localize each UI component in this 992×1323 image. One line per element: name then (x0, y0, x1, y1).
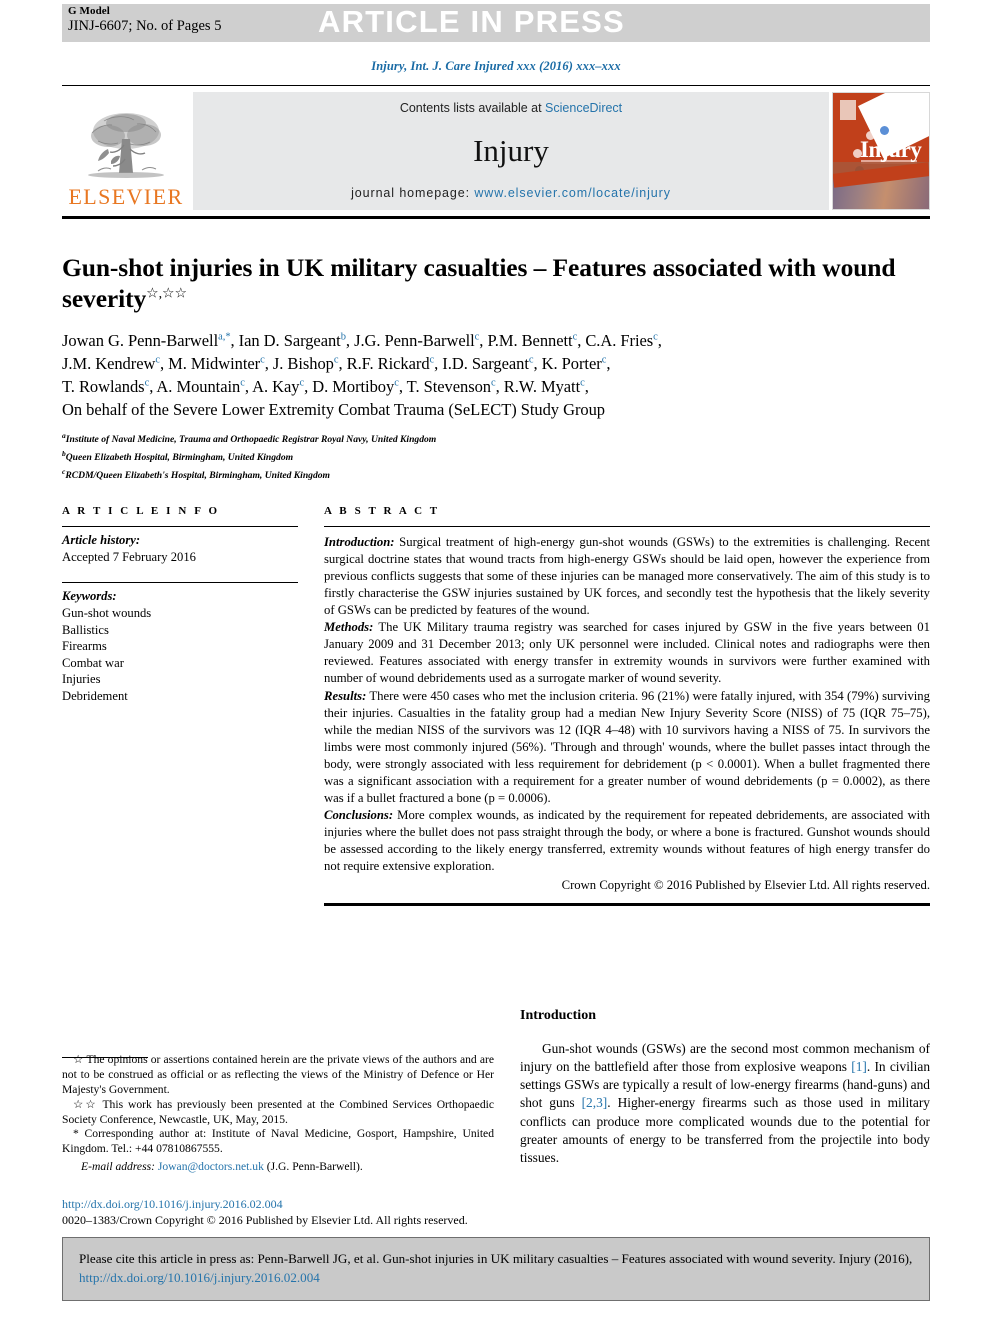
info-abstract-region: A R T I C L E I N F O Article history: A… (62, 505, 930, 907)
abstract-section-label: Introduction: (324, 534, 395, 549)
abstract-section-label: Results: (324, 688, 367, 703)
cite-doi-link[interactable]: http://dx.doi.org/10.1016/j.injury.2016.… (79, 1270, 320, 1285)
keyword-item: Gun-shot wounds (62, 606, 152, 621)
abstract-section: Methods: The UK Military trauma registry… (324, 619, 930, 687)
doi-issn-block: http://dx.doi.org/10.1016/j.injury.2016.… (62, 1197, 494, 1228)
author-line: J.M. Kendrewc, M. Midwinterc, J. Bishopc… (62, 353, 611, 373)
author-list: Jowan G. Penn-Barwella,*, Ian D. Sargean… (62, 329, 930, 422)
journal-masthead: ELSEVIER Contents lists available at Sci… (62, 85, 930, 210)
abstract-copyright: Crown Copyright © 2016 Published by Else… (561, 878, 930, 893)
cite-instruction-text: Please cite this article in press as: Pe… (79, 1251, 913, 1267)
abstract-section: Conclusions: More complex wounds, as ind… (324, 807, 930, 875)
article-history-value: Accepted 7 February 2016 (62, 549, 196, 564)
article-history-label: Article history: (62, 532, 141, 547)
keyword-item: Combat war (62, 655, 124, 670)
abstract-heading: A B S T R A C T (324, 504, 440, 517)
homepage-prefix-text: journal homepage: (351, 186, 475, 200)
footnote-item: ☆☆ This work has previously been present… (62, 1097, 494, 1126)
elsevier-wordmark: ELSEVIER (68, 184, 184, 209)
manuscript-id-block: G Model JINJ-6607; No. of Pages 5 (68, 5, 221, 35)
affiliation-item: cRCDM/Queen Elizabeth's Hospital, Birmin… (62, 466, 930, 484)
corresponding-email-line: E-mail address: Jowan@doctors.net.uk (J.… (62, 1159, 494, 1174)
introduction-paragraph: Gun-shot wounds (GSWs) are the second mo… (520, 1040, 930, 1167)
elsevier-tree-icon (88, 113, 164, 178)
masthead-center-panel: Contents lists available at ScienceDirec… (193, 92, 829, 210)
cover-background: Injury (833, 93, 929, 209)
introduction-heading: Introduction (520, 1008, 596, 1023)
keywords-block: Keywords: Gun-shot wounds Ballistics Fir… (62, 582, 298, 704)
journal-reference-line: Injury, Int. J. Care Injured xxx (2016) … (371, 59, 621, 73)
keywords-label: Keywords: (62, 589, 117, 604)
abstract-section-label: Methods: (324, 620, 374, 635)
affiliation-item: bQueen Elizabeth Hospital, Birmingham, U… (62, 448, 930, 466)
keyword-item: Injuries (62, 672, 101, 687)
g-model-label: G Model (68, 5, 110, 17)
cover-dot-icon (880, 126, 889, 135)
author-group-line: On behalf of the Severe Lower Extremity … (62, 400, 605, 420)
issn-copyright-line: 0020–1383/Crown Copyright © 2016 Publish… (62, 1212, 468, 1227)
abstract-section: Results: There were 450 cases who met th… (324, 688, 930, 808)
keyword-item: Ballistics (62, 622, 109, 637)
email-link[interactable]: Jowan@doctors.net.uk (158, 1160, 264, 1173)
affiliation-text: RCDM/Queen Elizabeth's Hospital, Birming… (65, 469, 331, 481)
manuscript-id: JINJ-6607; No. of Pages 5 (68, 17, 222, 34)
article-in-press-banner: G Model JINJ-6607; No. of Pages 5 ARTICL… (0, 0, 992, 44)
article-info-heading: A R T I C L E I N F O (62, 504, 220, 517)
masthead-bottom-rule (62, 216, 930, 219)
article-page: G Model JINJ-6607; No. of Pages 5 ARTICL… (0, 0, 992, 1323)
abstract-section: Introduction: Surgical treatment of high… (324, 534, 930, 619)
introduction-column: Introduction Gun-shot wounds (GSWs) are … (520, 1005, 930, 1228)
abstract-column: A B S T R A C T Introduction: Surgical t… (324, 505, 930, 907)
journal-title: Injury (473, 133, 549, 168)
contents-prefix-text: Contents lists available at (399, 101, 546, 115)
abstract-body: Introduction: Surgical treatment of high… (324, 527, 930, 895)
cite-this-article-box: Please cite this article in press as: Pe… (62, 1237, 930, 1301)
abstract-section-text: More complex wounds, as indicated by the… (324, 808, 930, 874)
cover-photo-strip (833, 175, 929, 209)
email-attribution: (J.G. Penn-Barwell). (266, 1160, 363, 1174)
affiliation-item: aInstitute of Naval Medicine, Trauma and… (62, 430, 930, 448)
abstract-section-label: Conclusions: (324, 808, 394, 823)
contents-available-line: Contents lists available at ScienceDirec… (400, 101, 622, 115)
email-label: E-mail address: (81, 1160, 155, 1174)
affiliation-text: Queen Elizabeth Hospital, Birmingham, Un… (65, 451, 294, 463)
doi-link[interactable]: http://dx.doi.org/10.1016/j.injury.2016.… (62, 1197, 494, 1213)
journal-homepage-link[interactable]: www.elsevier.com/locate/injury (474, 186, 671, 200)
abstract-section-text: The UK Military trauma registry was sear… (324, 620, 930, 686)
affiliation-text: Institute of Naval Medicine, Trauma and … (65, 433, 437, 445)
author-line: T. Rowlandsc, A. Mountainc, A. Kayc, D. … (62, 377, 589, 397)
keyword-item: Firearms (62, 639, 107, 654)
sciencedirect-link[interactable]: ScienceDirect (545, 101, 622, 115)
abstract-bottom-rule (324, 903, 930, 907)
elsevier-logo: ELSEVIER (62, 92, 190, 210)
affiliation-list: aInstitute of Naval Medicine, Trauma and… (62, 430, 930, 484)
abstract-section-text: Surgical treatment of high-energy gun-sh… (324, 534, 930, 618)
article-title: Gun-shot injuries in UK military casualt… (62, 253, 930, 315)
journal-cover-thumbnail: Injury (832, 92, 930, 210)
footnote-item: ☆ The opinions or assertions contained h… (62, 1053, 494, 1096)
footnote-item: * Corresponding author at: Institute of … (62, 1127, 494, 1156)
keywords-list: Gun-shot wounds Ballistics Firearms Comb… (62, 605, 298, 705)
citation-reference[interactable]: [1] (851, 1059, 867, 1074)
article-history-block: Article history: Accepted 7 February 201… (62, 527, 298, 565)
page-bottom-columns: ☆ The opinions or assertions contained h… (62, 1005, 930, 1228)
article-title-text: Gun-shot injuries in UK military casualt… (62, 253, 896, 313)
author-line: Jowan G. Penn-Barwella,*, Ian D. Sargean… (62, 330, 662, 350)
cover-masthead-block (840, 100, 856, 120)
footnote-separator-rule (62, 1057, 148, 1058)
citation-reference[interactable]: [2,3] (582, 1095, 608, 1110)
article-in-press-text: ARTICLE IN PRESS (318, 4, 625, 39)
keyword-item: Debridement (62, 689, 128, 704)
article-info-column: A R T I C L E I N F O Article history: A… (62, 505, 298, 907)
journal-homepage-line: journal homepage: www.elsevier.com/locat… (351, 186, 671, 200)
title-footnote-marks: ☆,☆☆ (146, 286, 187, 302)
abstract-section-text: There were 450 cases who met the inclusi… (324, 688, 930, 805)
footnotes-column: ☆ The opinions or assertions contained h… (62, 1005, 494, 1228)
